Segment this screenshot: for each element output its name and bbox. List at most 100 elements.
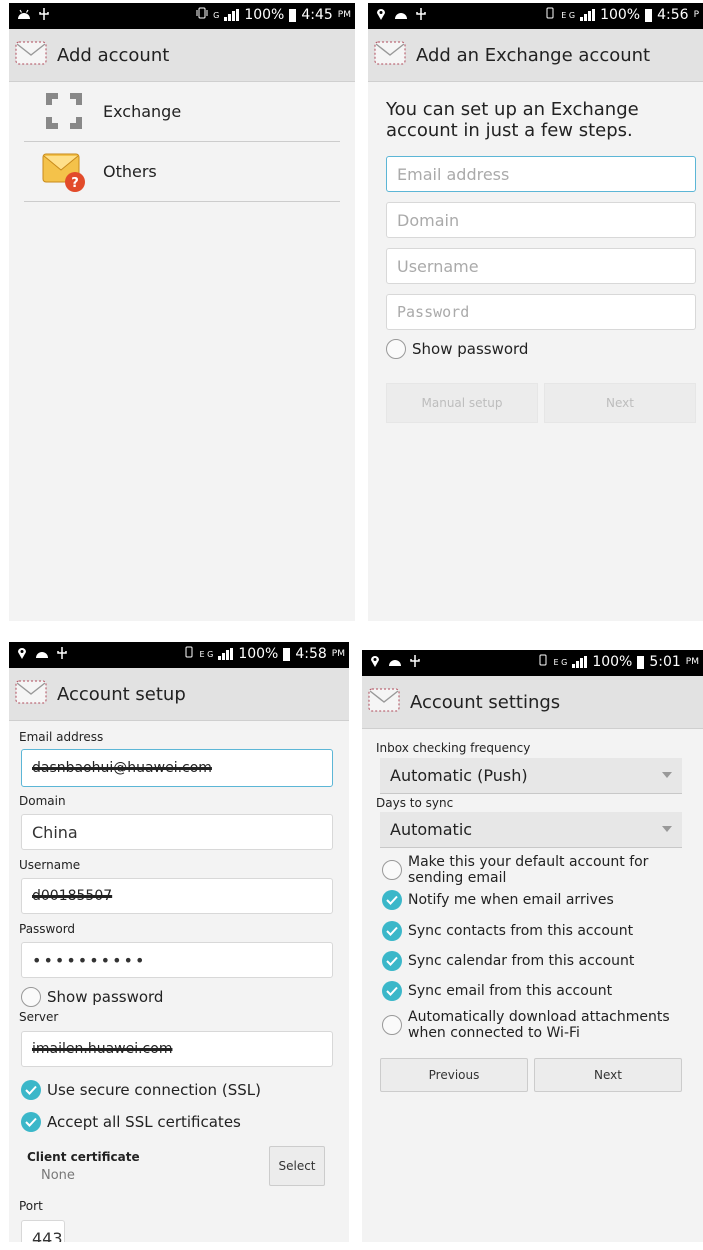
battery-icon [645, 8, 653, 22]
vibrate-icon [183, 646, 195, 662]
title-bar: Add an Exchange account [368, 29, 703, 82]
clock: 5:01 [649, 654, 681, 670]
auto-download-checkbox[interactable]: Automatically download attachments when … [382, 1009, 682, 1041]
show-password-checkbox[interactable]: Show password [386, 339, 528, 359]
location-icon [17, 647, 27, 664]
email-app-icon[interactable] [368, 688, 400, 716]
email-field[interactable]: dasnbaohui@huawei.com [21, 749, 333, 787]
usb-icon [57, 646, 67, 664]
days-to-sync-select[interactable]: Automatic [380, 812, 682, 848]
location-icon [370, 655, 380, 672]
client-cert-label: Client certificate [27, 1150, 140, 1164]
domain-field[interactable]: Domain [386, 202, 696, 238]
email-app-icon[interactable] [374, 41, 406, 69]
list-item-others[interactable]: ? Others [24, 141, 340, 202]
status-bar: E G 100% 4:58 PM [9, 642, 349, 668]
exchange-icon [39, 86, 89, 136]
clock: 4:56 [657, 7, 689, 23]
others-label: Others [103, 161, 157, 181]
battery-icon [289, 8, 297, 22]
email-field[interactable]: Email address [386, 156, 696, 192]
title-bar: Account setup [9, 668, 349, 721]
port-field[interactable]: 443 [21, 1220, 65, 1242]
title-bar: Account settings [362, 676, 703, 729]
checkmark-icon [21, 1080, 41, 1100]
clock: 4:45 [301, 7, 333, 23]
next-button[interactable]: Next [534, 1058, 682, 1092]
server-label: Server [19, 1010, 59, 1024]
clock-ampm: PM [337, 10, 351, 20]
port-label: Port [19, 1199, 43, 1213]
email-app-icon[interactable] [15, 41, 47, 69]
username-field[interactable]: Username [386, 248, 696, 284]
select-button[interactable]: Select [269, 1146, 325, 1186]
days-to-sync-label: Days to sync [376, 796, 454, 810]
email-label: Email address [19, 730, 104, 744]
page-title: Account settings [410, 691, 561, 713]
use-ssl-checkbox[interactable]: Use secure connection (SSL) [21, 1080, 261, 1100]
show-password-checkbox[interactable]: Show password [21, 987, 163, 1007]
inbox-frequency-value: Automatic (Push) [390, 766, 528, 785]
unchecked-circle-icon [382, 860, 402, 880]
battery-icon [637, 655, 645, 669]
add-account-screen: G 100% 4:45 PM Add account Exchange ? Oth… [9, 3, 355, 621]
sync-contacts-checkbox[interactable]: Sync contacts from this account [382, 921, 633, 941]
vibrate-icon [196, 7, 208, 23]
unchecked-circle-icon [382, 1015, 402, 1035]
server-field[interactable]: imailen.huawei.com [21, 1031, 333, 1067]
previous-button[interactable]: Previous [380, 1058, 528, 1092]
sync-email-label: Sync email from this account [408, 983, 613, 999]
domain-field[interactable]: China [21, 814, 333, 850]
days-to-sync-value: Automatic [390, 820, 473, 839]
email-value: dasnbaohui@huawei.com [32, 760, 212, 776]
password-field[interactable]: •••••••••• [21, 942, 333, 978]
checkmark-icon [382, 921, 402, 941]
password-field[interactable]: Password [386, 294, 696, 330]
inbox-frequency-select[interactable]: Automatic (Push) [380, 758, 682, 794]
manual-setup-button[interactable]: Manual setup [386, 383, 538, 423]
clock-ampm: PM [331, 649, 345, 659]
signal-icon [580, 9, 596, 21]
server-value: imailen.huawei.com [32, 1041, 173, 1057]
account-setup-screen: E G 100% 4:58 PM Account setup Email addr… [9, 642, 349, 1242]
default-account-checkbox[interactable]: Make this your default account for sendi… [382, 854, 682, 886]
sync-calendar-checkbox[interactable]: Sync calendar from this account [382, 951, 634, 971]
clock-ampm: PM [685, 657, 699, 667]
page-title: Add an Exchange account [416, 44, 651, 66]
email-app-icon[interactable] [15, 680, 47, 708]
list-item-exchange[interactable]: Exchange [24, 81, 340, 142]
android-icon [388, 655, 402, 671]
signal-icon [224, 9, 240, 21]
exchange-label: Exchange [103, 101, 182, 121]
checkmark-icon [382, 890, 402, 910]
inbox-frequency-label: Inbox checking frequency [376, 741, 531, 755]
use-ssl-label: Use secure connection (SSL) [47, 1081, 261, 1099]
notify-checkbox[interactable]: Notify me when email arrives [382, 890, 614, 910]
signal-icon [572, 656, 588, 668]
status-bar: G 100% 4:45 PM [9, 3, 355, 29]
sync-contacts-label: Sync contacts from this account [408, 923, 634, 939]
show-password-label: Show password [47, 988, 164, 1006]
network-type: E G [561, 10, 576, 20]
battery-percent: 100% [238, 646, 279, 662]
signal-icon [218, 648, 234, 660]
checkmark-icon [382, 951, 402, 971]
vibrate-icon [537, 654, 549, 670]
account-settings-screen: E G 100% 5:01 PM Account settings Inbox c… [362, 650, 703, 1242]
clock-ampm: P [693, 10, 699, 20]
location-icon [376, 8, 386, 25]
sync-calendar-label: Sync calendar from this account [408, 953, 635, 969]
status-bar: E G 100% 4:56 P [368, 3, 703, 29]
accept-ssl-checkbox[interactable]: Accept all SSL certificates [21, 1112, 241, 1132]
checkmark-icon [382, 981, 402, 1001]
username-field[interactable]: d00185507 [21, 878, 333, 914]
vibrate-icon [544, 7, 556, 23]
accept-ssl-label: Accept all SSL certificates [47, 1113, 241, 1131]
battery-icon [283, 647, 291, 661]
battery-percent: 100% [592, 654, 633, 670]
username-value: d00185507 [32, 888, 113, 904]
sync-email-checkbox[interactable]: Sync email from this account [382, 981, 612, 1001]
title-bar: Add account [9, 29, 355, 82]
clock: 4:58 [295, 646, 327, 662]
next-button[interactable]: Next [544, 383, 696, 423]
